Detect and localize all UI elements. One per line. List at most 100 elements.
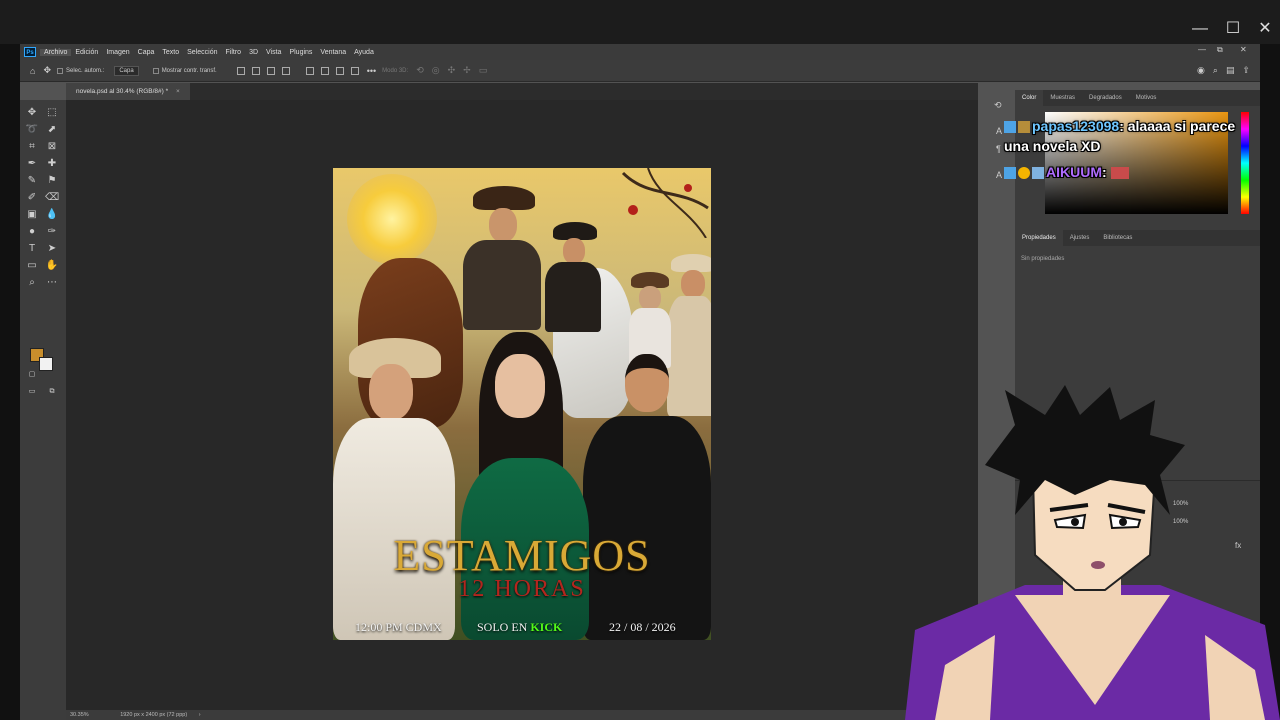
3d-pan-icon: ✣ xyxy=(447,65,456,75)
poster-date: 22 / 08 / 2026 xyxy=(609,620,676,634)
history-panel-icon[interactable]: ⟲ xyxy=(994,100,1002,111)
menu-3d[interactable]: 3D xyxy=(245,49,262,56)
tab-degradados[interactable]: Degradados xyxy=(1082,95,1129,101)
mode-3d-label: Modo 3D: xyxy=(382,67,409,74)
zoom-tool-icon[interactable]: ⌕ xyxy=(25,276,39,290)
move-tool-icon[interactable]: ✥ xyxy=(43,65,51,76)
auto-select-dropdown[interactable]: Capa xyxy=(114,65,139,76)
close-icon[interactable]: ✕ xyxy=(1250,14,1280,44)
quick-mask-icon[interactable]: ▢ xyxy=(25,368,39,382)
object-select-icon[interactable]: ⬈ xyxy=(45,123,59,137)
align-middle-icon[interactable] xyxy=(320,66,329,75)
artboard-icon[interactable]: ⧉ xyxy=(45,385,59,399)
menu-bar: Ps Archivo Edición Imagen Capa Texto Sel… xyxy=(20,44,1260,60)
tab-ajustes[interactable]: Ajustes xyxy=(1063,235,1097,241)
menu-plugins[interactable]: Plugins xyxy=(285,49,316,56)
rider-body xyxy=(545,262,601,332)
lasso-tool-icon[interactable]: ➰ xyxy=(25,123,39,137)
marquee-tool-icon[interactable]: ⬚ xyxy=(45,106,59,120)
screen-mode-icon[interactable]: ▭ xyxy=(25,385,39,399)
menu-capa[interactable]: Capa xyxy=(134,49,159,56)
stamp-tool-icon[interactable]: ⚑ xyxy=(45,174,59,188)
emote-icon xyxy=(1110,167,1129,180)
type-tool-icon[interactable]: T xyxy=(25,242,39,256)
menu-ventana[interactable]: Ventana xyxy=(316,49,350,56)
menu-texto[interactable]: Texto xyxy=(158,49,183,56)
sun-face-graphic xyxy=(347,174,437,264)
hand-tool-icon[interactable]: ✋ xyxy=(45,259,59,273)
share-user-icon[interactable]: ◉ xyxy=(1197,65,1205,76)
menu-seleccion[interactable]: Selección xyxy=(183,49,221,56)
show-transform-checkbox[interactable]: Mostrar contr. transf. xyxy=(152,67,217,74)
blur-tool-icon[interactable]: 💧 xyxy=(45,208,59,222)
align-bottom-icon[interactable] xyxy=(335,66,344,75)
move-tool-icon[interactable]: ✥ xyxy=(25,106,39,120)
tab-muestras[interactable]: Muestras xyxy=(1043,95,1082,101)
menu-edicion[interactable]: Edición xyxy=(71,49,102,56)
more-options-icon[interactable]: ••• xyxy=(367,66,376,76)
front-man-face xyxy=(369,364,413,420)
document-tabs: novela.psd al 30.4% (RGB/8#) * × xyxy=(66,83,978,100)
3d-rotate-icon: ⟲ xyxy=(416,65,424,75)
tab-propiedades[interactable]: Propiedades xyxy=(1015,230,1063,246)
auto-select-checkbox[interactable]: Selec. autom.: xyxy=(56,67,104,74)
background-color-swatch[interactable] xyxy=(39,357,53,371)
front-man-body xyxy=(333,418,455,640)
ps-close-icon[interactable]: ✕ xyxy=(1240,45,1247,54)
chat-username: AIKUUM xyxy=(1046,164,1102,180)
brush-tool-icon[interactable]: ✎ xyxy=(25,174,39,188)
cowboy-hat-graphic xyxy=(473,186,535,210)
menu-filtro[interactable]: Filtro xyxy=(222,49,246,56)
3d-roll-icon: ◎ xyxy=(431,65,440,75)
rider-body xyxy=(463,240,541,330)
tab-bibliotecas[interactable]: Bibliotecas xyxy=(1096,235,1139,241)
ps-minimize-icon[interactable]: — xyxy=(1198,45,1206,54)
screen: — ☐ ✕ Ps Archivo Edición Imagen Capa Tex… xyxy=(0,0,1280,720)
share-icon[interactable]: ⇪ xyxy=(1242,65,1250,76)
glyphs-panel-icon[interactable]: A xyxy=(996,170,1002,180)
eraser-icon[interactable]: ⌫ xyxy=(45,191,59,205)
poster-title: ESTAMIGOS xyxy=(393,531,651,580)
align-left-icon[interactable] xyxy=(236,66,245,75)
align-top-icon[interactable] xyxy=(305,66,314,75)
ps-restore-icon[interactable]: ⧉ xyxy=(1217,45,1223,55)
maximize-icon[interactable]: ☐ xyxy=(1218,14,1248,44)
pen-tool-icon[interactable]: ✑ xyxy=(45,225,59,239)
menu-imagen[interactable]: Imagen xyxy=(102,49,133,56)
document-info[interactable]: 1920 px x 2400 px (72 ppp) xyxy=(120,712,187,718)
rectangle-tool-icon[interactable]: ▭ xyxy=(25,259,39,273)
history-brush-icon[interactable]: ✐ xyxy=(25,191,39,205)
healing-brush-icon[interactable]: ✚ xyxy=(45,157,59,171)
crop-tool-icon[interactable]: ⌗ xyxy=(25,140,39,154)
status-arrow-icon[interactable]: › xyxy=(199,712,201,718)
document-tab[interactable]: novela.psd al 30.4% (RGB/8#) * × xyxy=(66,83,190,100)
character-panel-icon[interactable]: A xyxy=(996,126,1002,136)
man-body xyxy=(667,296,711,416)
more-tools-icon[interactable]: ⋯ xyxy=(45,276,59,290)
gradient-tool-icon[interactable]: ▣ xyxy=(25,208,39,222)
path-select-icon[interactable]: ➤ xyxy=(45,242,59,256)
frame-tool-icon[interactable]: ⊠ xyxy=(45,140,59,154)
3d-scale-icon: ▭ xyxy=(478,65,488,75)
align-right-icon[interactable] xyxy=(266,66,275,75)
show-transform-label: Mostrar contr. transf. xyxy=(161,67,217,74)
subscriber-badge-icon xyxy=(1018,121,1030,134)
zoom-level[interactable]: 30.35% xyxy=(70,712,89,718)
home-icon[interactable]: ⌂ xyxy=(30,66,35,76)
distribute-vertical-icon[interactable] xyxy=(350,66,359,75)
tab-color[interactable]: Color xyxy=(1015,90,1044,106)
menu-archivo[interactable]: Archivo xyxy=(40,48,72,56)
distribute-icon[interactable] xyxy=(281,66,290,75)
eyedropper-icon[interactable]: ✒ xyxy=(25,157,39,171)
minimize-icon[interactable]: — xyxy=(1185,14,1215,44)
dodge-tool-icon[interactable]: ● xyxy=(25,225,39,239)
close-tab-icon[interactable]: × xyxy=(176,88,180,95)
tab-motivos[interactable]: Motivos xyxy=(1129,95,1164,101)
menu-ayuda[interactable]: Ayuda xyxy=(350,49,378,56)
workspace-icon[interactable]: ▤ xyxy=(1226,65,1235,76)
search-icon[interactable]: ⌕ xyxy=(1213,65,1218,76)
align-center-icon[interactable] xyxy=(251,66,260,75)
menu-vista[interactable]: Vista xyxy=(262,49,285,56)
paragraph-panel-icon[interactable]: ¶ xyxy=(996,144,1001,154)
3d-slide-icon: ✢ xyxy=(463,65,471,75)
